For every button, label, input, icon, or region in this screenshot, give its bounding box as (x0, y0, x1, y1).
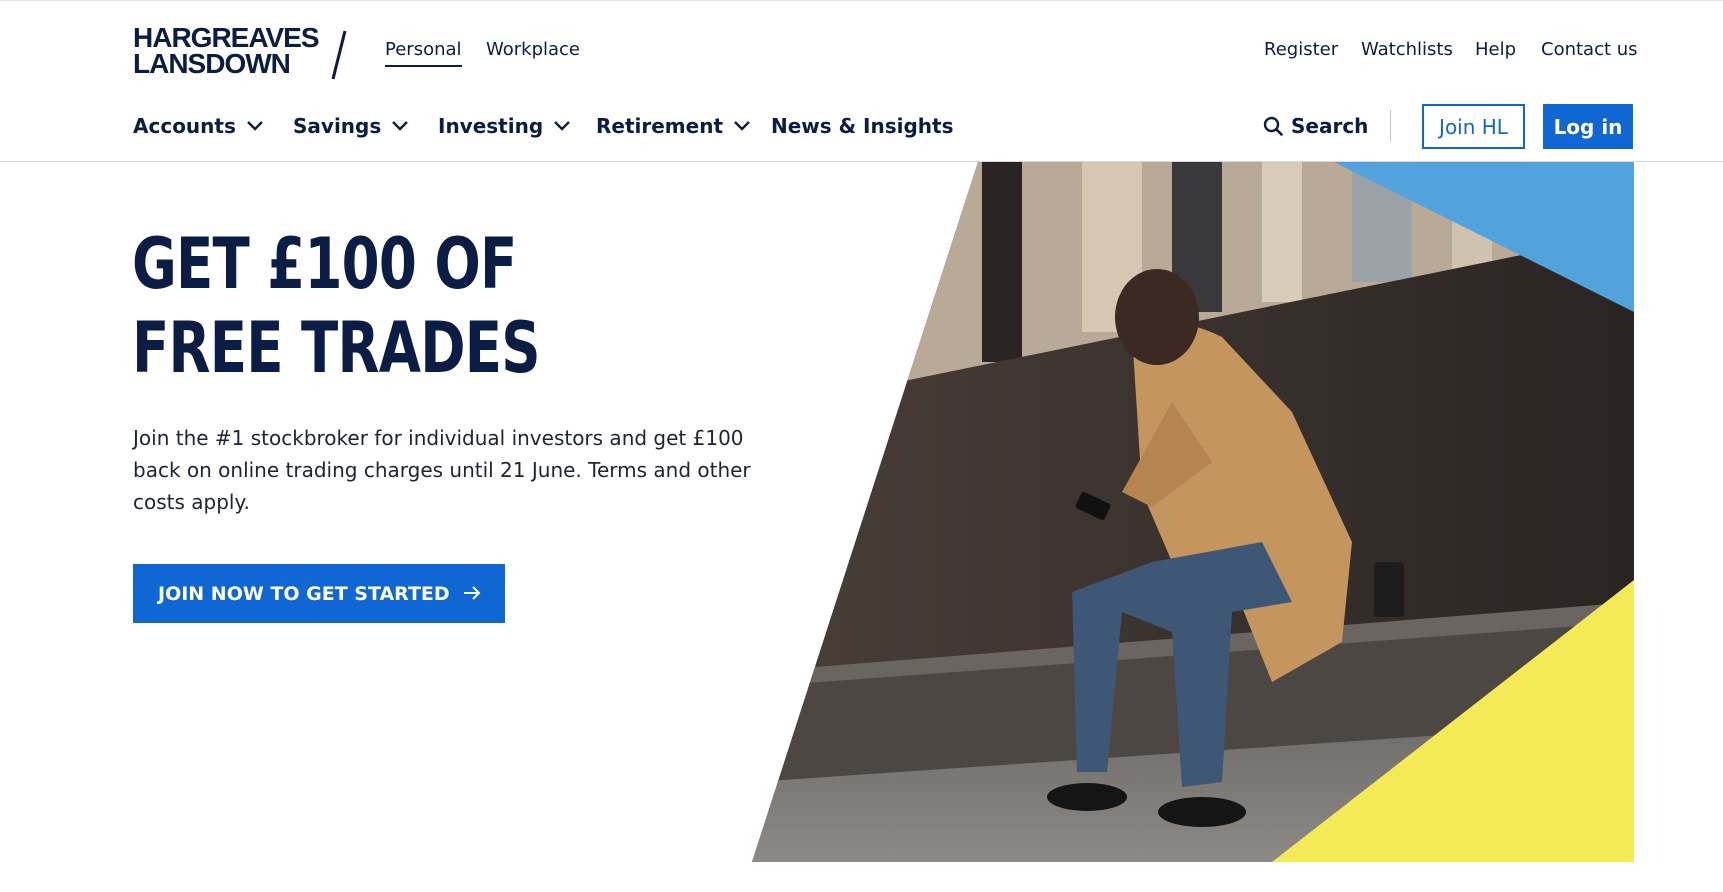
search-label: Search (1291, 114, 1369, 138)
nav-savings-label: Savings (293, 114, 382, 138)
join-now-button[interactable]: JOIN NOW TO GET STARTED (133, 564, 505, 623)
hero-title: GET £100 OF FREE TRADES (132, 222, 541, 390)
audience-tab-personal[interactable]: Personal (385, 39, 462, 67)
brand-slash-icon (331, 30, 347, 80)
arrow-right-icon (464, 586, 481, 600)
nav-retirement-label: Retirement (596, 114, 724, 138)
search-icon (1263, 116, 1283, 136)
site-header: HARGREAVES LANSDOWN Personal Workplace R… (0, 0, 1723, 162)
nav-investing-label: Investing (438, 114, 544, 138)
join-now-label: JOIN NOW TO GET STARTED (158, 582, 450, 605)
nav-accounts[interactable]: Accounts (133, 114, 264, 138)
watchlists-link[interactable]: Watchlists (1361, 39, 1453, 60)
hero-description: Join the #1 stockbroker for individual i… (133, 426, 751, 514)
nav-accounts-label: Accounts (133, 114, 236, 138)
hero-title-line2: FREE TRADES (132, 307, 541, 389)
join-hl-button[interactable]: Join HL (1422, 104, 1525, 149)
brand-logo-line2: LANSDOWN (133, 48, 291, 79)
audience-tab-workplace[interactable]: Workplace (486, 39, 580, 60)
brand-logo[interactable]: HARGREAVES LANSDOWN (133, 24, 320, 79)
header-divider (1390, 110, 1391, 142)
chevron-down-icon (392, 121, 409, 131)
chevron-down-icon (734, 121, 750, 131)
search-button[interactable]: Search (1263, 114, 1368, 138)
nav-savings[interactable]: Savings (293, 114, 409, 138)
hero-title-line1: GET £100 OF (132, 223, 517, 305)
chevron-down-icon (247, 121, 263, 131)
nav-investing[interactable]: Investing (438, 114, 571, 138)
nav-retirement[interactable]: Retirement (596, 114, 751, 138)
nav-news-insights[interactable]: News & Insights (771, 114, 954, 138)
nav-news-label: News & Insights (771, 114, 954, 138)
contact-us-link[interactable]: Contact us (1541, 39, 1638, 60)
log-in-button[interactable]: Log in (1543, 104, 1633, 149)
chevron-down-icon (554, 121, 571, 131)
help-link[interactable]: Help (1475, 39, 1516, 60)
hero-photo (752, 162, 1634, 862)
register-link[interactable]: Register (1264, 39, 1338, 60)
